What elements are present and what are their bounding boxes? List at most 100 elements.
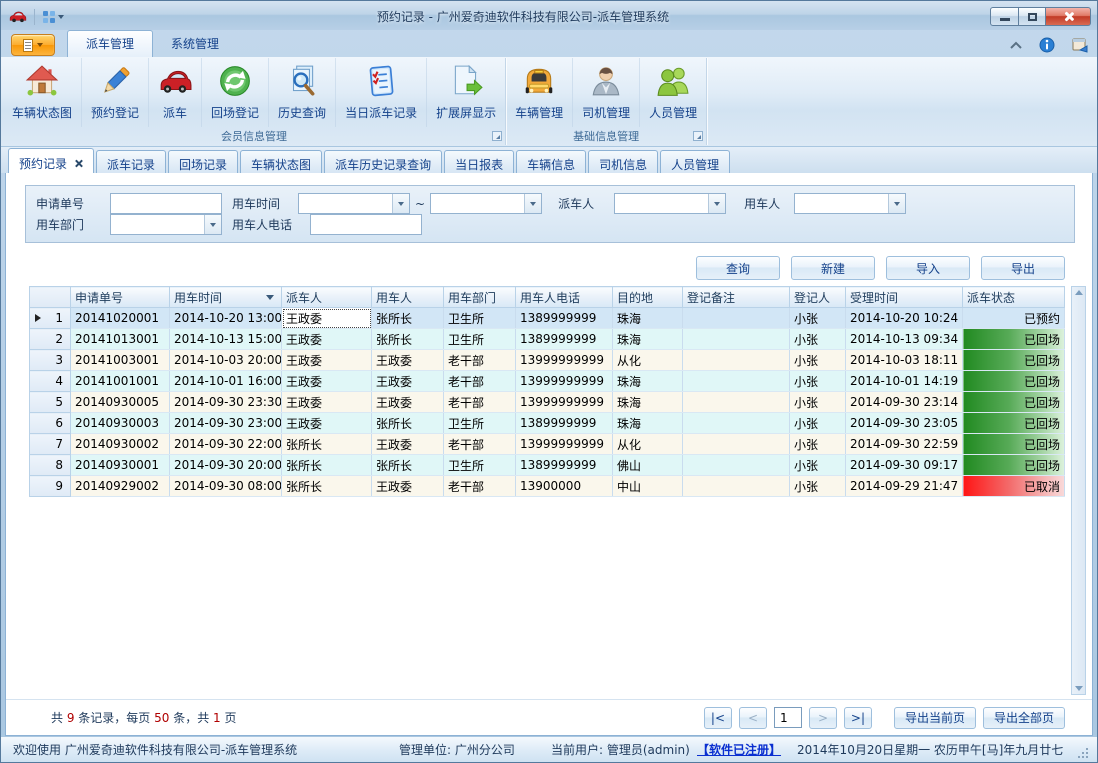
use-time-to-select[interactable]	[430, 193, 542, 214]
table-cell[interactable]: 卫生所	[444, 455, 516, 476]
column-header[interactable]: 登记备注	[683, 287, 790, 308]
car-user-select[interactable]	[794, 193, 906, 214]
table-cell[interactable]: 2014-09-30 20:00	[170, 455, 282, 476]
app-menu-button[interactable]	[11, 34, 55, 56]
column-header[interactable]: 申请单号	[71, 287, 170, 308]
row-selector-cell[interactable]: 4	[30, 371, 71, 392]
row-selector-cell[interactable]: 3	[30, 350, 71, 371]
status-cell[interactable]: 已回场	[963, 434, 1065, 455]
table-cell[interactable]: 张所长	[372, 455, 444, 476]
status-cell[interactable]: 已取消	[963, 476, 1065, 497]
table-row[interactable]: 9201409290022014-09-30 08:00张所长王政委老干部139…	[30, 476, 1065, 497]
table-cell[interactable]: 珠海	[613, 413, 683, 434]
status-cell[interactable]: 已回场	[963, 413, 1065, 434]
ribbon-button[interactable]: 预约登记	[82, 58, 149, 127]
column-header[interactable]: 用车人电话	[516, 287, 613, 308]
doc-tab[interactable]: 当日报表	[444, 150, 514, 173]
table-cell[interactable]: 20140930003	[71, 413, 170, 434]
status-cell[interactable]: 已回场	[963, 371, 1065, 392]
doc-tab[interactable]: 司机信息	[588, 150, 658, 173]
column-header[interactable]: 派车状态	[963, 287, 1065, 308]
table-cell[interactable]: 卫生所	[444, 308, 516, 329]
row-selector-cell[interactable]: 5	[30, 392, 71, 413]
doc-tab[interactable]: 派车历史记录查询	[324, 150, 442, 173]
phone-input[interactable]	[310, 214, 422, 235]
export-current-page-button[interactable]: 导出当前页	[894, 707, 976, 729]
table-cell[interactable]: 张所长	[372, 413, 444, 434]
table-cell[interactable]: 1389999999	[516, 308, 613, 329]
query-button[interactable]: 查询	[696, 256, 780, 280]
table-row[interactable]: 7201409300022014-09-30 22:00张所长王政委老干部139…	[30, 434, 1065, 455]
table-cell[interactable]: 小张	[790, 329, 846, 350]
table-cell[interactable]: 小张	[790, 308, 846, 329]
table-cell[interactable]: 2014-09-30 23:14	[846, 392, 963, 413]
use-time-from-select[interactable]	[298, 193, 410, 214]
table-cell[interactable]: 王政委	[282, 350, 372, 371]
table-cell[interactable]	[683, 329, 790, 350]
table-cell[interactable]: 王政委	[282, 413, 372, 434]
table-cell[interactable]: 王政委	[372, 350, 444, 371]
import-button[interactable]: 导入	[886, 256, 970, 280]
page-number-input[interactable]	[774, 707, 802, 728]
ribbon-button[interactable]: 派车	[149, 58, 202, 127]
table-row[interactable]: 1201410200012014-10-20 13:00王政委张所长卫生所138…	[30, 308, 1065, 329]
ribbon-button[interactable]: 人员管理	[640, 58, 706, 127]
table-row[interactable]: 4201410010012014-10-01 16:00王政委王政委老干部139…	[30, 371, 1065, 392]
table-cell[interactable]: 小张	[790, 350, 846, 371]
table-cell[interactable]: 从化	[613, 350, 683, 371]
table-cell[interactable]: 老干部	[444, 350, 516, 371]
status-cell[interactable]: 已预约	[963, 308, 1065, 329]
table-cell[interactable]	[683, 392, 790, 413]
table-cell[interactable]: 王政委	[282, 329, 372, 350]
table-cell[interactable]: 珠海	[613, 308, 683, 329]
table-cell[interactable]: 王政委	[372, 371, 444, 392]
table-cell[interactable]: 20141001001	[71, 371, 170, 392]
table-cell[interactable]: 王政委	[372, 392, 444, 413]
switch-window-icon[interactable]	[1071, 37, 1089, 53]
table-cell[interactable]: 13900000	[516, 476, 613, 497]
new-button[interactable]: 新建	[791, 256, 875, 280]
table-cell[interactable]: 小张	[790, 476, 846, 497]
table-cell[interactable]: 20141013001	[71, 329, 170, 350]
table-cell[interactable]: 20141003001	[71, 350, 170, 371]
export-all-pages-button[interactable]: 导出全部页	[983, 707, 1065, 729]
table-cell[interactable]: 2014-09-30 23:00	[170, 413, 282, 434]
table-cell[interactable]: 小张	[790, 413, 846, 434]
ribbon-button[interactable]: 回场登记	[202, 58, 269, 127]
table-cell[interactable]: 从化	[613, 434, 683, 455]
dropdown-button[interactable]	[204, 215, 221, 234]
dialog-launcher-icon[interactable]	[693, 131, 703, 141]
row-selector-cell[interactable]: 7	[30, 434, 71, 455]
table-cell[interactable]: 2014-10-03 18:11	[846, 350, 963, 371]
table-cell[interactable]: 佛山	[613, 455, 683, 476]
doc-tab[interactable]: 人员管理	[660, 150, 730, 173]
dropdown-button[interactable]	[708, 194, 725, 213]
ribbon-button[interactable]: 车辆状态图	[3, 58, 82, 127]
first-page-button[interactable]: |<	[704, 707, 732, 729]
column-header[interactable]: 受理时间	[846, 287, 963, 308]
table-cell[interactable]: 13999999999	[516, 392, 613, 413]
status-cell[interactable]: 已回场	[963, 329, 1065, 350]
table-cell[interactable]: 13999999999	[516, 350, 613, 371]
table-cell[interactable]: 20140929002	[71, 476, 170, 497]
doc-tab[interactable]: 车辆信息	[516, 150, 586, 173]
table-cell[interactable]: 1389999999	[516, 455, 613, 476]
table-cell[interactable]: 珠海	[613, 329, 683, 350]
table-cell[interactable]: 2014-10-01 16:00	[170, 371, 282, 392]
doc-tab[interactable]: 车辆状态图	[240, 150, 322, 173]
ribbon-button[interactable]: 司机管理	[573, 58, 640, 127]
dropdown-button[interactable]	[888, 194, 905, 213]
info-icon[interactable]	[1039, 37, 1055, 53]
ribbon-button[interactable]: 历史查询	[269, 58, 336, 127]
table-cell[interactable]: 2014-10-13 15:00	[170, 329, 282, 350]
table-cell[interactable]: 20140930001	[71, 455, 170, 476]
table-cell[interactable]: 2014-09-30 09:17	[846, 455, 963, 476]
table-cell[interactable]: 2014-10-01 14:19	[846, 371, 963, 392]
status-cell[interactable]: 已回场	[963, 455, 1065, 476]
table-cell[interactable]: 中山	[613, 476, 683, 497]
table-cell[interactable]: 13999999999	[516, 371, 613, 392]
table-cell[interactable]: 2014-09-30 23:05	[846, 413, 963, 434]
column-header[interactable]: 登记人	[790, 287, 846, 308]
table-cell[interactable]: 卫生所	[444, 413, 516, 434]
table-cell[interactable]: 2014-09-30 08:00	[170, 476, 282, 497]
